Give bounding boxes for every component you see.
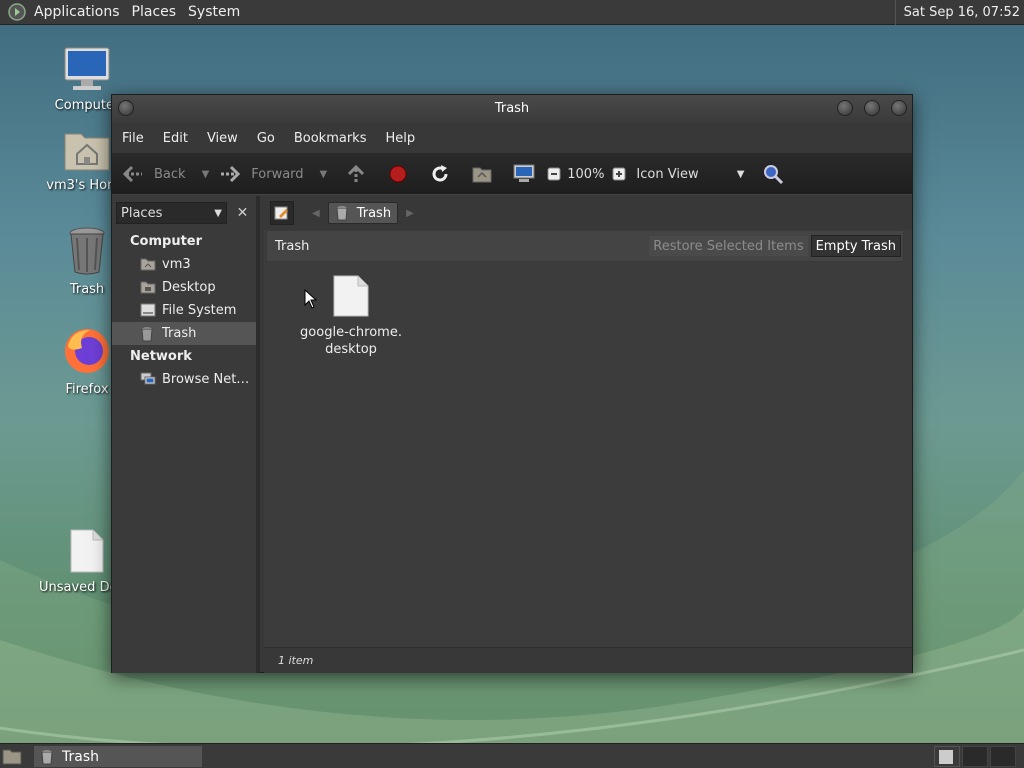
clock[interactable]: Sat Sep 16, 07:52 <box>894 0 1020 25</box>
sidebar-heading-network: Network <box>130 349 192 364</box>
sidebar-item-desktop[interactable]: Desktop <box>112 276 256 299</box>
sidebar: Places ▼ ✕ Computer vm3 Desktop File Sys… <box>112 196 260 673</box>
sidebar-item-browse-network[interactable]: Browse Net… <box>112 368 256 391</box>
reload-icon[interactable] <box>429 163 451 185</box>
dropdown-arrow-icon: ▼ <box>736 168 745 180</box>
drive-icon <box>140 303 156 319</box>
sidebar-item-label: Browse Net… <box>162 372 250 387</box>
menu-view[interactable]: View <box>197 131 247 146</box>
places-selector-label: Places <box>121 205 163 221</box>
trash-icon <box>140 326 156 342</box>
close-sidebar-icon[interactable]: ✕ <box>233 203 252 223</box>
sidebar-item-label: Trash <box>162 326 197 341</box>
workspace-2[interactable] <box>962 746 988 767</box>
menu-edit[interactable]: Edit <box>153 131 197 146</box>
taskbar-item-label: Trash <box>62 748 99 765</box>
trash-icon <box>69 227 105 275</box>
dropdown-arrow-icon: ▼ <box>214 207 222 219</box>
home-icon[interactable] <box>471 163 493 185</box>
search-icon[interactable] <box>762 163 784 185</box>
menu-bookmarks[interactable]: Bookmarks <box>284 131 376 146</box>
menu-help[interactable]: Help <box>375 131 424 146</box>
window-titlebar[interactable]: Trash <box>112 95 912 123</box>
file-pane: ◀ Trash ▶ Trash Restore Selected Items E… <box>264 196 912 673</box>
forward-button[interactable]: Forward <box>219 153 304 195</box>
show-desktop-icon[interactable] <box>2 747 22 768</box>
back-button[interactable]: Back <box>122 153 186 195</box>
back-history-arrow-icon[interactable]: ▼ <box>202 169 210 180</box>
system-menu[interactable]: System <box>182 4 246 20</box>
forward-history-arrow-icon[interactable]: ▼ <box>320 169 328 180</box>
minimize-button[interactable] <box>837 100 853 116</box>
close-button[interactable] <box>891 100 907 116</box>
mouse-cursor-icon <box>304 289 318 309</box>
infobar-label: Trash <box>275 238 310 254</box>
file-name-line: google-chrome. <box>300 325 402 340</box>
sidebar-item-label: Desktop <box>162 280 216 295</box>
edit-location-icon[interactable] <box>270 201 294 225</box>
sidebar-item-label: vm3 <box>162 257 191 272</box>
menu-file[interactable]: File <box>112 131 153 146</box>
file-manager-window: Trash File Edit View Go Bookmarks Help B… <box>111 94 913 673</box>
file-name: google-chrome. desktop <box>296 324 406 358</box>
sidebar-heading-computer: Computer <box>130 234 203 249</box>
back-arrow-icon <box>122 163 144 185</box>
sidebar-item-label: File System <box>162 303 237 318</box>
trash-icon <box>335 205 349 221</box>
up-arrow-icon[interactable] <box>345 163 367 185</box>
file-item[interactable]: google-chrome. desktop <box>296 274 406 358</box>
taskbar-item-trash[interactable]: Trash <box>34 746 202 767</box>
window-title: Trash <box>494 101 530 116</box>
home-folder-icon <box>64 133 110 171</box>
back-label: Back <box>154 166 186 182</box>
trash-icon <box>40 749 54 764</box>
forward-arrow-icon <box>219 163 241 185</box>
home-icon <box>140 257 156 273</box>
places-menu[interactable]: Places <box>126 4 183 20</box>
workspace-1[interactable] <box>934 746 960 767</box>
zoom-out-icon[interactable] <box>543 163 565 185</box>
zoom-in-icon[interactable] <box>608 163 630 185</box>
sidebar-item-vm3[interactable]: vm3 <box>112 253 256 276</box>
applications-menu[interactable]: Applications <box>28 4 126 20</box>
stop-icon[interactable] <box>387 163 409 185</box>
firefox-icon <box>65 329 109 373</box>
workspace-3[interactable] <box>990 746 1016 767</box>
file-icon <box>333 275 369 317</box>
sidebar-item-file-system[interactable]: File System <box>112 299 256 322</box>
trash-infobar: Trash Restore Selected Items Empty Trash <box>266 230 904 262</box>
computer-icon <box>64 47 110 90</box>
places-bar: Places ▼ ✕ <box>112 196 256 230</box>
restore-selected-button[interactable]: Restore Selected Items <box>648 235 809 257</box>
desktop-folder-icon <box>140 280 156 296</box>
path-left-arrow-icon[interactable]: ◀ <box>312 208 320 219</box>
distro-logo-icon[interactable] <box>8 3 26 21</box>
maximize-button[interactable] <box>864 100 880 116</box>
file-name-line: desktop <box>325 342 377 357</box>
top-panel: Applications Places System Sat Sep 16, 0… <box>0 0 1024 25</box>
menu-go[interactable]: Go <box>247 131 284 146</box>
file-icon-grid[interactable]: google-chrome. desktop <box>264 262 912 622</box>
computer-icon[interactable] <box>513 163 535 185</box>
bottom-panel: Trash <box>0 743 1024 768</box>
path-right-arrow-icon[interactable]: ▶ <box>406 208 414 219</box>
path-button-trash[interactable]: Trash <box>327 202 399 224</box>
toolbar: Back ▼ Forward ▼ 100% Icon View ▼ <box>112 153 912 195</box>
forward-label: Forward <box>251 166 304 182</box>
sidebar-item-trash[interactable]: Trash <box>112 322 256 345</box>
zoom-level: 100% <box>567 166 605 182</box>
document-icon <box>70 529 104 573</box>
places-selector[interactable]: Places ▼ <box>116 202 227 224</box>
menubar: File Edit View Go Bookmarks Help <box>112 123 912 153</box>
pathbar: ◀ Trash ▶ <box>264 196 912 230</box>
view-mode-label: Icon View <box>636 166 699 182</box>
empty-trash-button[interactable]: Empty Trash <box>810 235 901 257</box>
view-mode-select[interactable]: Icon View ▼ <box>636 153 744 195</box>
path-button-label: Trash <box>356 205 392 221</box>
network-icon <box>140 372 156 388</box>
status-bar: 1 item <box>264 647 912 673</box>
